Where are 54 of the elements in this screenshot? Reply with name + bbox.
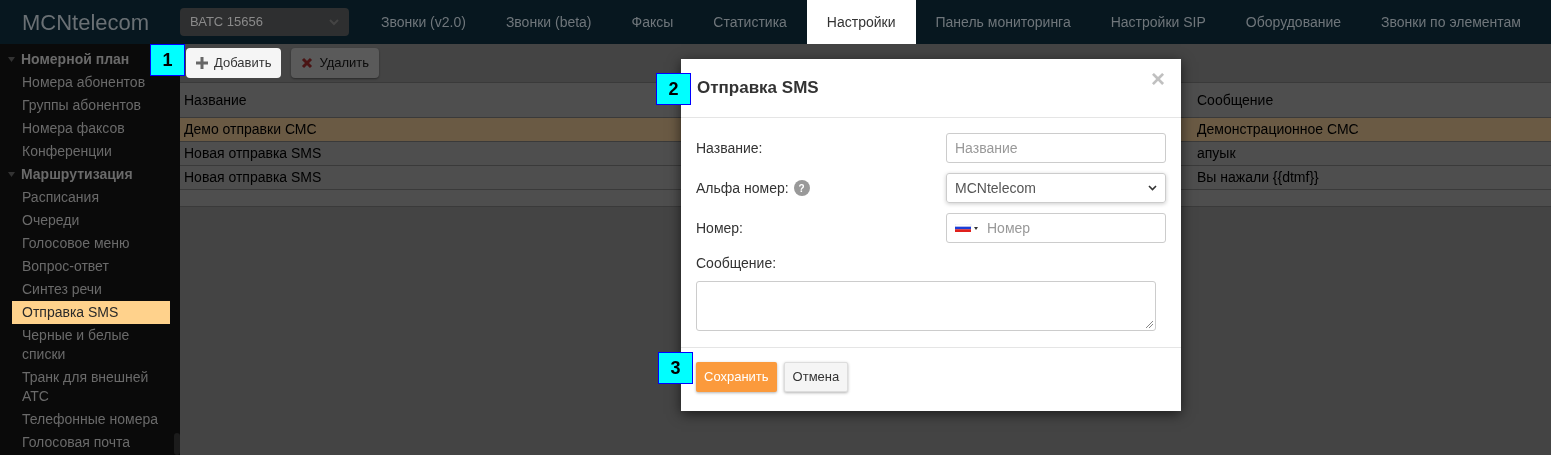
sidebar-item[interactable]: Голосовое меню [12,232,170,255]
column-header[interactable]: Сообщение [1197,89,1274,111]
delete-button[interactable]: Удалить [291,48,380,78]
chevron-down-icon [1148,185,1157,191]
plus-icon [196,57,208,69]
save-button[interactable]: Сохранить [696,362,777,392]
add-button[interactable]: Добавить [186,48,282,78]
dialog-title: Отправка SMS [697,77,819,100]
name-input[interactable]: Название [946,133,1166,163]
resize-handle-icon[interactable] [1145,320,1153,328]
nav-tab[interactable]: Звонки (v2.0) [361,0,486,44]
sidebar-item[interactable]: Отправка SMS [12,301,170,324]
cancel-button[interactable]: Отмена [783,362,849,392]
field-label: Номер: [696,218,743,238]
sidebar-item[interactable]: Вопрос-ответ [12,255,170,278]
sidebar-item[interactable]: Синтез речи [12,278,170,301]
step-number-badge: 1 [150,44,185,76]
sidebar-item[interactable]: Телефонные номера [12,408,170,431]
sidebar-item[interactable]: Транк для внешней АТС [12,366,170,408]
sidebar-item[interactable]: Голосовая почта [12,431,170,454]
sidebar-item[interactable]: Черные и белые списки [12,324,170,366]
alpha-number-select[interactable]: MCNtelecom [946,173,1166,203]
table-cell[interactable]: Демо отправки СМС [180,118,681,141]
caret-down-icon [8,172,15,177]
nav-tab[interactable]: Факсы [611,0,694,44]
field-label: Название: [696,138,763,158]
sidebar-item[interactable]: Группы абонентов [12,94,170,117]
table-cell[interactable]: Демонстрационное СМС [1181,118,1551,141]
sidebar-item[interactable]: Номера факсов [12,117,170,140]
field-label: Альфа номер: [696,178,789,198]
sidebar-item[interactable]: Конференции [12,140,170,163]
help-icon[interactable]: ? [793,180,810,196]
step-number-badge: 3 [658,352,693,384]
sidebar-group[interactable]: Маршрутизация [0,163,133,186]
account-select[interactable]: ВАТС 15656 [180,8,349,36]
flag-icon[interactable] [955,224,979,232]
sidebar-item[interactable]: Очереди [12,209,170,232]
caret-down-icon [8,57,15,62]
nav-tab[interactable]: Панель мониторинга [915,0,1091,44]
nav-tab[interactable]: Звонки по элементам [1361,0,1541,44]
nav-tab[interactable]: Статистика [693,0,807,44]
nav-tab[interactable]: Звонки (beta) [485,0,612,44]
nav-tab[interactable]: Оборудование [1225,0,1362,44]
field-label: Сообщение: [696,254,778,273]
sidebar-item[interactable]: Расписания [12,186,170,209]
step-number-badge: 2 [656,73,691,105]
sidebar-group[interactable]: Номерной план [0,48,130,71]
nav-tab[interactable]: Настройки [806,0,916,44]
logo: MCNtelecom [21,8,151,37]
scrollbar[interactable] [174,433,180,455]
nav-tab[interactable]: Настройки SIP [1090,0,1226,44]
cross-icon [301,57,314,69]
phone-input[interactable]: Номер [946,213,1166,243]
column-header[interactable]: Название [184,89,247,111]
